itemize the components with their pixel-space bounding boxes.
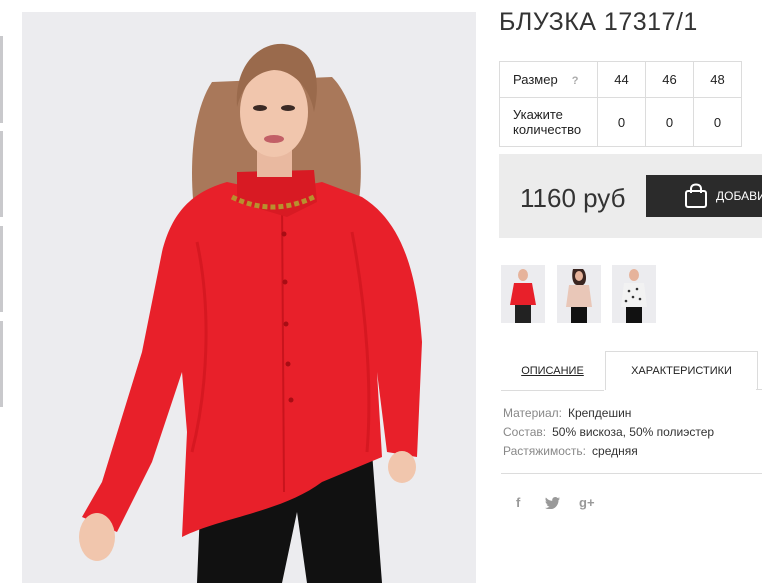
quantity-input[interactable]: 0 xyxy=(597,97,646,147)
color-thumb-beige[interactable] xyxy=(557,265,601,323)
tab-divider xyxy=(756,389,762,390)
color-thumb-print[interactable] xyxy=(612,265,656,323)
price-panel: 1160 руб ДОБАВИТЬ В КОРЗИНУ xyxy=(499,154,762,238)
spec-value: 50% вискоза, 50% полиэстер xyxy=(552,425,715,439)
googleplus-icon[interactable]: g+ xyxy=(579,495,595,510)
gallery-thumb-edge[interactable] xyxy=(0,226,3,312)
twitter-icon[interactable] xyxy=(545,497,560,512)
size-label-cell: Размер? xyxy=(499,61,598,98)
spec-key: Растяжимость: xyxy=(503,444,587,458)
tab-description[interactable]: ОПИСАНИЕ xyxy=(501,351,604,391)
spec-row: Состав: 50% вискоза, 50% полиэстер xyxy=(503,425,714,444)
size-option[interactable]: 48 xyxy=(693,61,742,98)
spec-row: Растяжимость: средняя xyxy=(503,444,714,463)
quantity-input[interactable]: 0 xyxy=(645,97,694,147)
spec-key: Состав: xyxy=(503,425,547,439)
tab-characteristics[interactable]: ХАРАКТЕРИСТИКИ xyxy=(605,351,758,390)
quantity-label-line2: количество xyxy=(513,122,582,137)
color-thumb-red[interactable] xyxy=(501,265,545,323)
quantity-label-line1: Укажите xyxy=(513,107,563,122)
specs-list: Материал: Крепдешин Состав: 50% вискоза, 5… xyxy=(503,406,714,463)
size-label: Размер xyxy=(513,72,558,87)
spec-value: средняя xyxy=(592,444,638,458)
section-divider xyxy=(501,473,762,474)
product-title: БЛУЗКА 17317/1 xyxy=(499,8,698,36)
size-table: Размер? 44 46 48 Укажите количество 0 0 0 xyxy=(499,61,742,147)
product-price: 1160 руб xyxy=(520,183,626,213)
main-product-photo[interactable] xyxy=(22,12,476,583)
spec-row: Материал: Крепдешин xyxy=(503,406,714,425)
facebook-icon[interactable]: f xyxy=(516,495,520,510)
add-to-cart-button[interactable]: ДОБАВИТЬ В КОРЗИНУ xyxy=(646,175,762,217)
help-icon[interactable]: ? xyxy=(572,75,579,87)
spec-key: Материал: xyxy=(503,406,562,420)
quantity-input[interactable]: 0 xyxy=(693,97,742,147)
size-option[interactable]: 44 xyxy=(597,61,646,98)
gallery-thumb-edge[interactable] xyxy=(0,131,3,217)
gallery-thumb-edge[interactable] xyxy=(0,36,3,123)
add-to-cart-label: ДОБАВИТЬ В КОРЗИНУ xyxy=(716,189,762,203)
quantity-label-cell: Укажите количество xyxy=(499,97,598,147)
size-option[interactable]: 46 xyxy=(645,61,694,98)
spec-value: Крепдешин xyxy=(567,406,632,420)
shopping-bag-icon xyxy=(684,183,708,209)
gallery-thumb-edge[interactable] xyxy=(0,321,3,407)
